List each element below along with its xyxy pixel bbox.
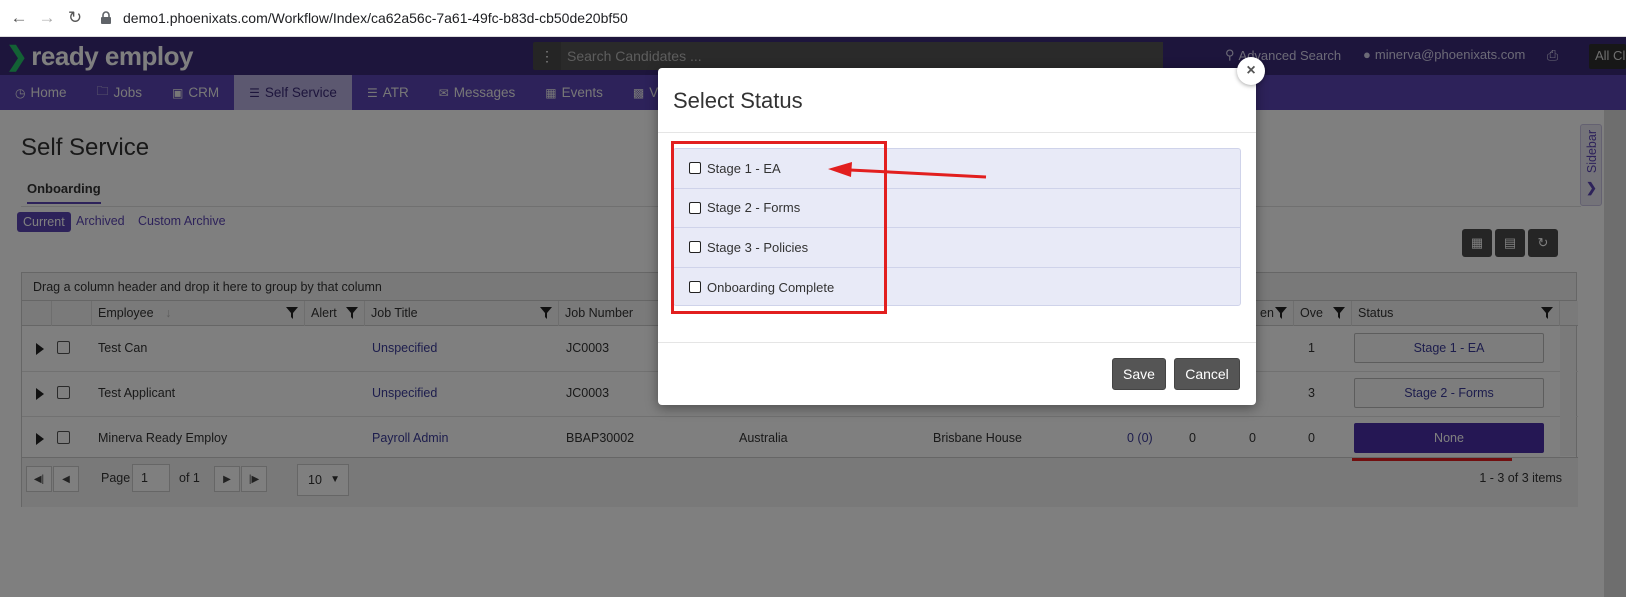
reload-icon[interactable]: ↻ xyxy=(61,4,89,32)
address-bar[interactable]: demo1.phoenixats.com/Workflow/Index/ca62… xyxy=(99,10,628,26)
save-button[interactable]: Save xyxy=(1112,358,1166,390)
modal-title: Select Status xyxy=(673,88,803,113)
back-arrow-icon[interactable]: ← xyxy=(5,4,33,32)
annotation-highlight-box xyxy=(671,141,887,314)
modal-divider xyxy=(658,132,1256,133)
browser-toolbar: ← → ↻ demo1.phoenixats.com/Workflow/Inde… xyxy=(0,0,1626,37)
url-text: demo1.phoenixats.com/Workflow/Index/ca62… xyxy=(123,10,628,26)
forward-arrow-icon[interactable]: → xyxy=(33,4,61,32)
cancel-button[interactable]: Cancel xyxy=(1174,358,1240,390)
modal-footer-divider xyxy=(658,342,1256,343)
close-icon[interactable]: × xyxy=(1237,57,1265,85)
lock-icon xyxy=(101,11,111,24)
